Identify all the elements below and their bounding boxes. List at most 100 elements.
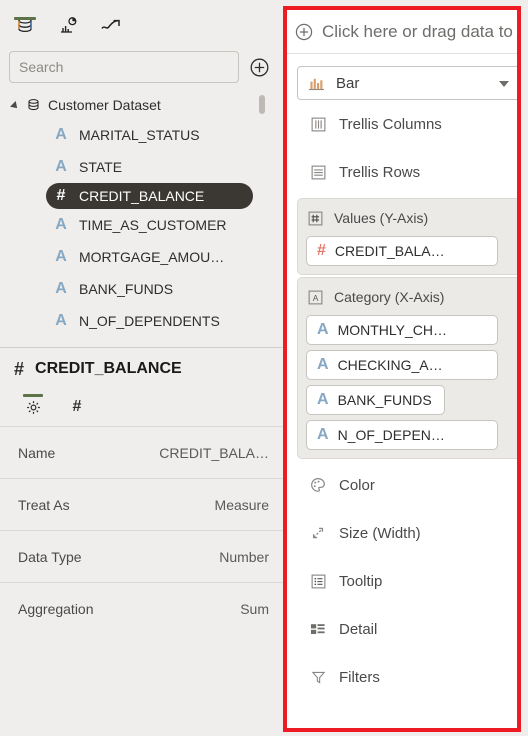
svg-text:A: A (312, 292, 318, 302)
shelf-values-y-axis[interactable]: Values (Y-Axis) # CREDIT_BALA… (297, 198, 517, 275)
chevron-down-icon[interactable] (499, 81, 509, 87)
resize-icon (309, 525, 327, 541)
tree-field-mortgage-amount[interactable]: A MORTGAGE_AMOU… (0, 241, 283, 273)
field-label: MARITAL_STATUS (79, 127, 200, 143)
trellis-rows-icon (309, 165, 327, 180)
property-label: Data Type (18, 548, 82, 565)
shelf-label: Values (Y-Axis) (334, 210, 429, 226)
property-label: Aggregation (18, 600, 94, 617)
field-label: MORTGAGE_AMOU… (79, 249, 225, 265)
shelf-label: Color (339, 476, 375, 494)
database-icon (26, 98, 41, 113)
tree-field-marital-status[interactable]: A MARITAL_STATUS (0, 119, 283, 151)
shelf-trellis-rows[interactable]: Trellis Rows (287, 148, 517, 196)
attribute-icon: A (306, 290, 324, 305)
shelf-label: Detail (339, 620, 378, 638)
trellis-columns-icon (309, 117, 327, 132)
chevron-expanded-icon[interactable] (10, 100, 20, 111)
dataset-root-item[interactable]: Customer Dataset (0, 91, 283, 119)
shelf-category-x-axis[interactable]: A Category (X-Axis) A MONTHLY_CH… A CHEC… (297, 277, 517, 459)
chart-pie-glyph (61, 17, 77, 33)
property-row-name[interactable]: Name CREDIT_BALA… (0, 426, 283, 478)
pill-label: N_OF_DEPEN… (337, 427, 445, 443)
tree-field-state[interactable]: A STATE (0, 151, 283, 183)
shelf-detail[interactable]: Detail (287, 605, 517, 653)
attribute-icon: A (55, 248, 67, 265)
pill-credit-balance[interactable]: # CREDIT_BALA… (306, 236, 498, 266)
pill-n-of-dependents[interactable]: A N_OF_DEPEN… (306, 420, 498, 450)
general-tab[interactable] (18, 394, 48, 420)
attribute-icon: A (55, 216, 67, 233)
drop-target-header[interactable]: Click here or drag data to (287, 10, 517, 54)
tree-field-time-as-customer[interactable]: A TIME_AS_CUSTOMER (0, 209, 283, 241)
property-row-aggregation[interactable]: Aggregation Sum (0, 582, 283, 634)
measure-icon: # (56, 187, 66, 204)
attribute-icon: A (317, 391, 329, 408)
measure-icon: # (14, 358, 25, 379)
properties-title-row: # CREDIT_BALANCE (0, 348, 283, 390)
property-row-data-type[interactable]: Data Type Number (0, 530, 283, 582)
property-label: Treat As (18, 496, 70, 513)
panel-toolbar (0, 0, 283, 47)
pill-checking-amount[interactable]: A CHECKING_A… (306, 350, 498, 380)
data-panel: Customer Dataset A MARITAL_STATUS A STAT… (0, 0, 283, 736)
attribute-icon: A (55, 158, 67, 175)
tree-field-bank-funds[interactable]: A BANK_FUNDS (0, 273, 283, 305)
shelf-size-width[interactable]: Size (Width) (287, 509, 517, 557)
pill-label: BANK_FUNDS (337, 392, 432, 408)
plus-circle-icon (250, 58, 269, 77)
data-icon[interactable] (8, 10, 42, 42)
pill-label: CHECKING_A… (337, 357, 443, 373)
field-label: N_OF_DEPENDENTS (79, 313, 220, 329)
attribute-icon: A (317, 321, 329, 338)
properties-tabs: # (0, 390, 283, 426)
shelf-label: Filters (339, 668, 380, 686)
field-label: CREDIT_BALANCE (79, 188, 205, 204)
analytics-icon[interactable] (94, 10, 128, 42)
pill-bank-funds[interactable]: A BANK_FUNDS (306, 385, 445, 415)
pill-label: CREDIT_BALA… (334, 243, 445, 259)
add-dataset-button[interactable] (250, 58, 269, 77)
property-value: Sum (240, 600, 269, 617)
field-label: TIME_AS_CUSTOMER (79, 217, 227, 233)
attribute-icon: A (317, 356, 329, 373)
shelf-filters[interactable]: Filters (287, 653, 517, 701)
tree-field-credit-balance[interactable]: # CREDIT_BALANCE (46, 183, 253, 209)
attribute-icon: A (55, 126, 67, 143)
shelf-label: Trellis Rows (339, 163, 421, 181)
shelf-tooltip[interactable]: Tooltip (287, 557, 517, 605)
attribute-icon: A (317, 426, 329, 443)
search-input[interactable] (9, 51, 239, 83)
property-value: CREDIT_BALA… (159, 444, 269, 461)
filter-icon (309, 670, 327, 685)
grammar-panel: Click here or drag data to Bar Trellis C… (287, 10, 517, 728)
pill-monthly-checks[interactable]: A MONTHLY_CH… (306, 315, 498, 345)
grammar-panel-highlight: Click here or drag data to Bar Trellis C… (283, 6, 521, 732)
shelf-color[interactable]: Color (287, 461, 517, 509)
property-row-treat-as[interactable]: Treat As Measure (0, 478, 283, 530)
visualizations-icon[interactable] (51, 10, 85, 42)
attribute-icon: A (55, 280, 67, 297)
attribute-icon: A (55, 312, 67, 329)
tree-scrollbar-thumb[interactable] (259, 95, 265, 114)
field-label: STATE (79, 159, 123, 175)
bar-chart-icon (308, 76, 325, 91)
active-tab-indicator (23, 394, 43, 397)
shelf-label: Tooltip (339, 572, 383, 590)
dataset-root-label: Customer Dataset (48, 97, 161, 113)
measure-icon (306, 211, 324, 226)
measure-icon: # (317, 242, 326, 259)
visualization-type-dropdown[interactable]: Bar (297, 66, 517, 100)
drop-target-label: Click here or drag data to (322, 21, 513, 41)
property-label: Name (18, 444, 56, 461)
gear-icon (26, 400, 40, 414)
shelf-header: A Category (X-Axis) (306, 284, 513, 310)
plus-circle-icon (295, 23, 313, 41)
properties-panel: # CREDIT_BALANCE # Name CREDIT_BALA… Tre… (0, 348, 283, 634)
shelf-label: Trellis Columns (339, 115, 442, 133)
shelf-label: Size (Width) (339, 524, 421, 542)
shelf-trellis-columns[interactable]: Trellis Columns (287, 100, 517, 148)
visualization-type-label: Bar (336, 74, 360, 92)
tree-field-n-of-dependents[interactable]: A N_OF_DEPENDENTS (0, 305, 283, 337)
number-format-tab[interactable]: # (62, 394, 92, 420)
